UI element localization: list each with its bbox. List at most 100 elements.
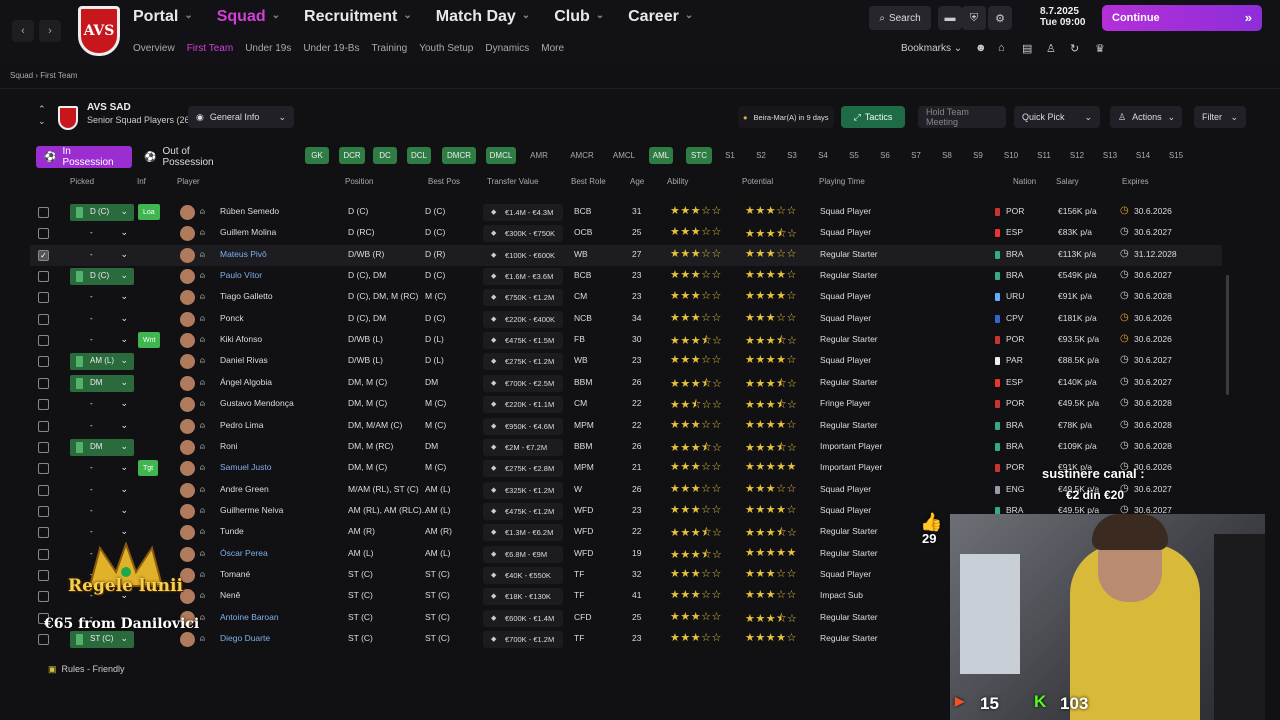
player-name[interactable]: Antoine Baroan xyxy=(220,612,279,622)
hat-icon[interactable]: ⌂ xyxy=(998,42,1005,54)
table-row[interactable]: -⌄⍝Gustavo MendonçaDM, M (C)M (C)€220K -… xyxy=(30,394,1222,415)
player-name[interactable]: Ponck xyxy=(220,313,244,323)
picked-selector[interactable]: -⌄ xyxy=(70,503,134,520)
forward-button[interactable]: › xyxy=(39,20,61,42)
row-checkbox[interactable] xyxy=(38,207,49,218)
row-checkbox[interactable] xyxy=(38,505,49,517)
column-header-best-role[interactable]: Best Role xyxy=(571,177,606,186)
position-filter-stc[interactable]: STC xyxy=(686,147,712,164)
position-filter-s5[interactable]: S5 xyxy=(844,147,864,164)
chevron-down-icon[interactable]: ⌄ xyxy=(38,116,46,127)
picked-selector[interactable]: -⌄ xyxy=(70,289,134,306)
picked-selector[interactable]: D (C) ⌄ xyxy=(70,204,134,221)
row-checkbox[interactable] xyxy=(38,634,49,645)
picked-selector[interactable]: DM ⌄ xyxy=(70,374,134,392)
picked-selector[interactable]: -⌄ xyxy=(70,524,134,541)
row-checkbox[interactable] xyxy=(38,420,49,432)
nav-item-portal[interactable]: Portal xyxy=(133,8,193,26)
table-row[interactable]: -⌄⍝Pedro LimaDM, M/AM (C)M (C)€950K - €4… xyxy=(30,416,1222,437)
row-checkbox[interactable] xyxy=(38,463,49,475)
nav-item-match-day[interactable]: Match Day xyxy=(436,8,530,26)
picked-selector[interactable]: -⌄ xyxy=(70,396,134,413)
picked-selector[interactable]: -⌄ xyxy=(70,225,134,242)
position-filter-s2[interactable]: S2 xyxy=(751,147,771,164)
table-row[interactable]: -⌄⍝Guillem MolinaD (RC)D (C)€300K - €750… xyxy=(30,223,1222,244)
row-checkbox[interactable] xyxy=(38,313,49,325)
column-header-inf[interactable]: Inf xyxy=(137,177,146,186)
position-filter-aml[interactable]: AML xyxy=(649,147,673,164)
inbox-icon[interactable]: ▬ xyxy=(938,6,962,30)
subnav-item-dynamics[interactable]: Dynamics xyxy=(485,43,529,54)
subnav-item-youth-setup[interactable]: Youth Setup xyxy=(419,43,473,54)
player-name[interactable]: Guilherme Neiva xyxy=(220,505,283,515)
subnav-item-overview[interactable]: Overview xyxy=(133,43,175,54)
player-name[interactable]: Daniel Rivas xyxy=(220,355,268,365)
player-name[interactable]: Paulo Vítor xyxy=(220,270,262,280)
breadcrumb[interactable]: Squad › First Team xyxy=(10,71,77,80)
team-meeting-button[interactable]: Hold Team Meeting xyxy=(918,106,1006,128)
row-checkbox[interactable] xyxy=(38,484,49,496)
position-filter-s1[interactable]: S1 xyxy=(720,147,740,164)
player-name[interactable]: Samuel Justo xyxy=(220,462,272,472)
table-row[interactable]: ✓-⌄⍝Mateus PivôD/WB (R)D (R)€100K - €600… xyxy=(30,244,1222,266)
position-filter-dmcr[interactable]: DMCR xyxy=(442,147,476,164)
position-filter-s4[interactable]: S4 xyxy=(813,147,833,164)
position-filter-dmcl[interactable]: DMCL xyxy=(486,147,516,164)
position-filter-s14[interactable]: S14 xyxy=(1131,147,1155,164)
position-filter-gk[interactable]: GK xyxy=(305,147,329,164)
column-header-salary[interactable]: Salary xyxy=(1056,177,1079,186)
position-filter-s13[interactable]: S13 xyxy=(1098,147,1122,164)
player-name[interactable]: Óscar Perea xyxy=(220,548,268,558)
table-row[interactable]: -⌄⍝PonckD (C), DMD (C)€220K - €400KNCB34… xyxy=(30,309,1222,330)
player-name[interactable]: Tiago Galletto xyxy=(220,291,273,301)
player-name[interactable]: Diego Duarte xyxy=(220,633,270,643)
table-row[interactable]: -⌄Wnt⍝Kiki AfonsoD/WB (L)D (L)€475K - €1… xyxy=(30,330,1222,351)
nav-item-career[interactable]: Career xyxy=(628,8,693,26)
player-name[interactable]: Kiki Afonso xyxy=(220,334,262,344)
search-button[interactable]: ⌕ Search xyxy=(869,6,931,30)
column-header-best-pos[interactable]: Best Pos xyxy=(428,177,460,186)
column-header-age[interactable]: Age xyxy=(630,177,644,186)
row-checkbox[interactable] xyxy=(38,356,49,368)
position-filter-s11[interactable]: S11 xyxy=(1032,147,1056,164)
position-filter-dc[interactable]: DC xyxy=(373,147,397,164)
table-row[interactable]: D (C) ⌄ ⍝ Paulo Vítor D (C), DM D (C) €1.6M - … xyxy=(30,266,1222,287)
picked-selector[interactable]: DM ⌄ xyxy=(70,438,134,456)
row-checkbox[interactable] xyxy=(38,271,49,283)
next-match-info[interactable]: ● Beira-Mar(A) in 9 days xyxy=(738,106,834,128)
scrollbar[interactable] xyxy=(1226,275,1229,395)
column-header-position[interactable]: Position xyxy=(345,177,373,186)
column-header-expires[interactable]: Expires xyxy=(1122,177,1149,186)
position-filter-s15[interactable]: S15 xyxy=(1164,147,1188,164)
position-filter-dcl[interactable]: DCL xyxy=(407,147,431,164)
row-checkbox[interactable] xyxy=(38,228,49,240)
table-row[interactable]: D (C) ⌄ Loa ⍝ Rúben Semedo D (C) D (C) €1.4M - … xyxy=(30,202,1222,223)
subnav-item-training[interactable]: Training xyxy=(371,43,407,54)
nav-item-recruitment[interactable]: Recruitment xyxy=(304,8,412,26)
position-filter-amr[interactable]: AMR xyxy=(527,147,551,164)
row-checkbox[interactable] xyxy=(38,399,49,411)
continue-button[interactable]: Continue » xyxy=(1102,5,1262,31)
player-name[interactable]: Nenê xyxy=(220,590,240,600)
table-row[interactable]: -⌄⍝Tiago GallettoD (C), DM, M (RC)M (C)€… xyxy=(30,287,1222,308)
picked-selector[interactable]: AM (L) ⌄ xyxy=(70,353,134,371)
tab-out-of-possession[interactable]: ⚽ Out of Possession xyxy=(136,146,248,168)
subnav-item-under-19s[interactable]: Under 19s xyxy=(245,43,291,54)
bookmarks-menu[interactable]: Bookmarks ⌄ xyxy=(901,43,962,54)
row-checkbox[interactable] xyxy=(38,548,49,560)
column-header-picked[interactable]: Picked xyxy=(70,177,94,186)
position-filter-dcr[interactable]: DCR xyxy=(339,147,365,164)
player-name[interactable]: Mateus Pivô xyxy=(220,249,267,259)
actions-menu[interactable]: ♙ Actions ⌄ xyxy=(1110,106,1182,128)
row-checkbox[interactable] xyxy=(38,441,49,453)
column-header-nation[interactable]: Nation xyxy=(1013,177,1036,186)
person-icon[interactable]: ♙ xyxy=(1046,42,1056,55)
nav-item-club[interactable]: Club xyxy=(554,8,604,26)
player-name[interactable]: Roni xyxy=(220,441,237,451)
position-filter-s10[interactable]: S10 xyxy=(999,147,1023,164)
player-name[interactable]: Ángel Algobia xyxy=(220,377,272,387)
position-filter-s6[interactable]: S6 xyxy=(875,147,895,164)
row-checkbox[interactable] xyxy=(38,335,49,347)
row-checkbox[interactable] xyxy=(38,591,49,603)
notification-icon[interactable]: ☻ xyxy=(975,42,987,54)
